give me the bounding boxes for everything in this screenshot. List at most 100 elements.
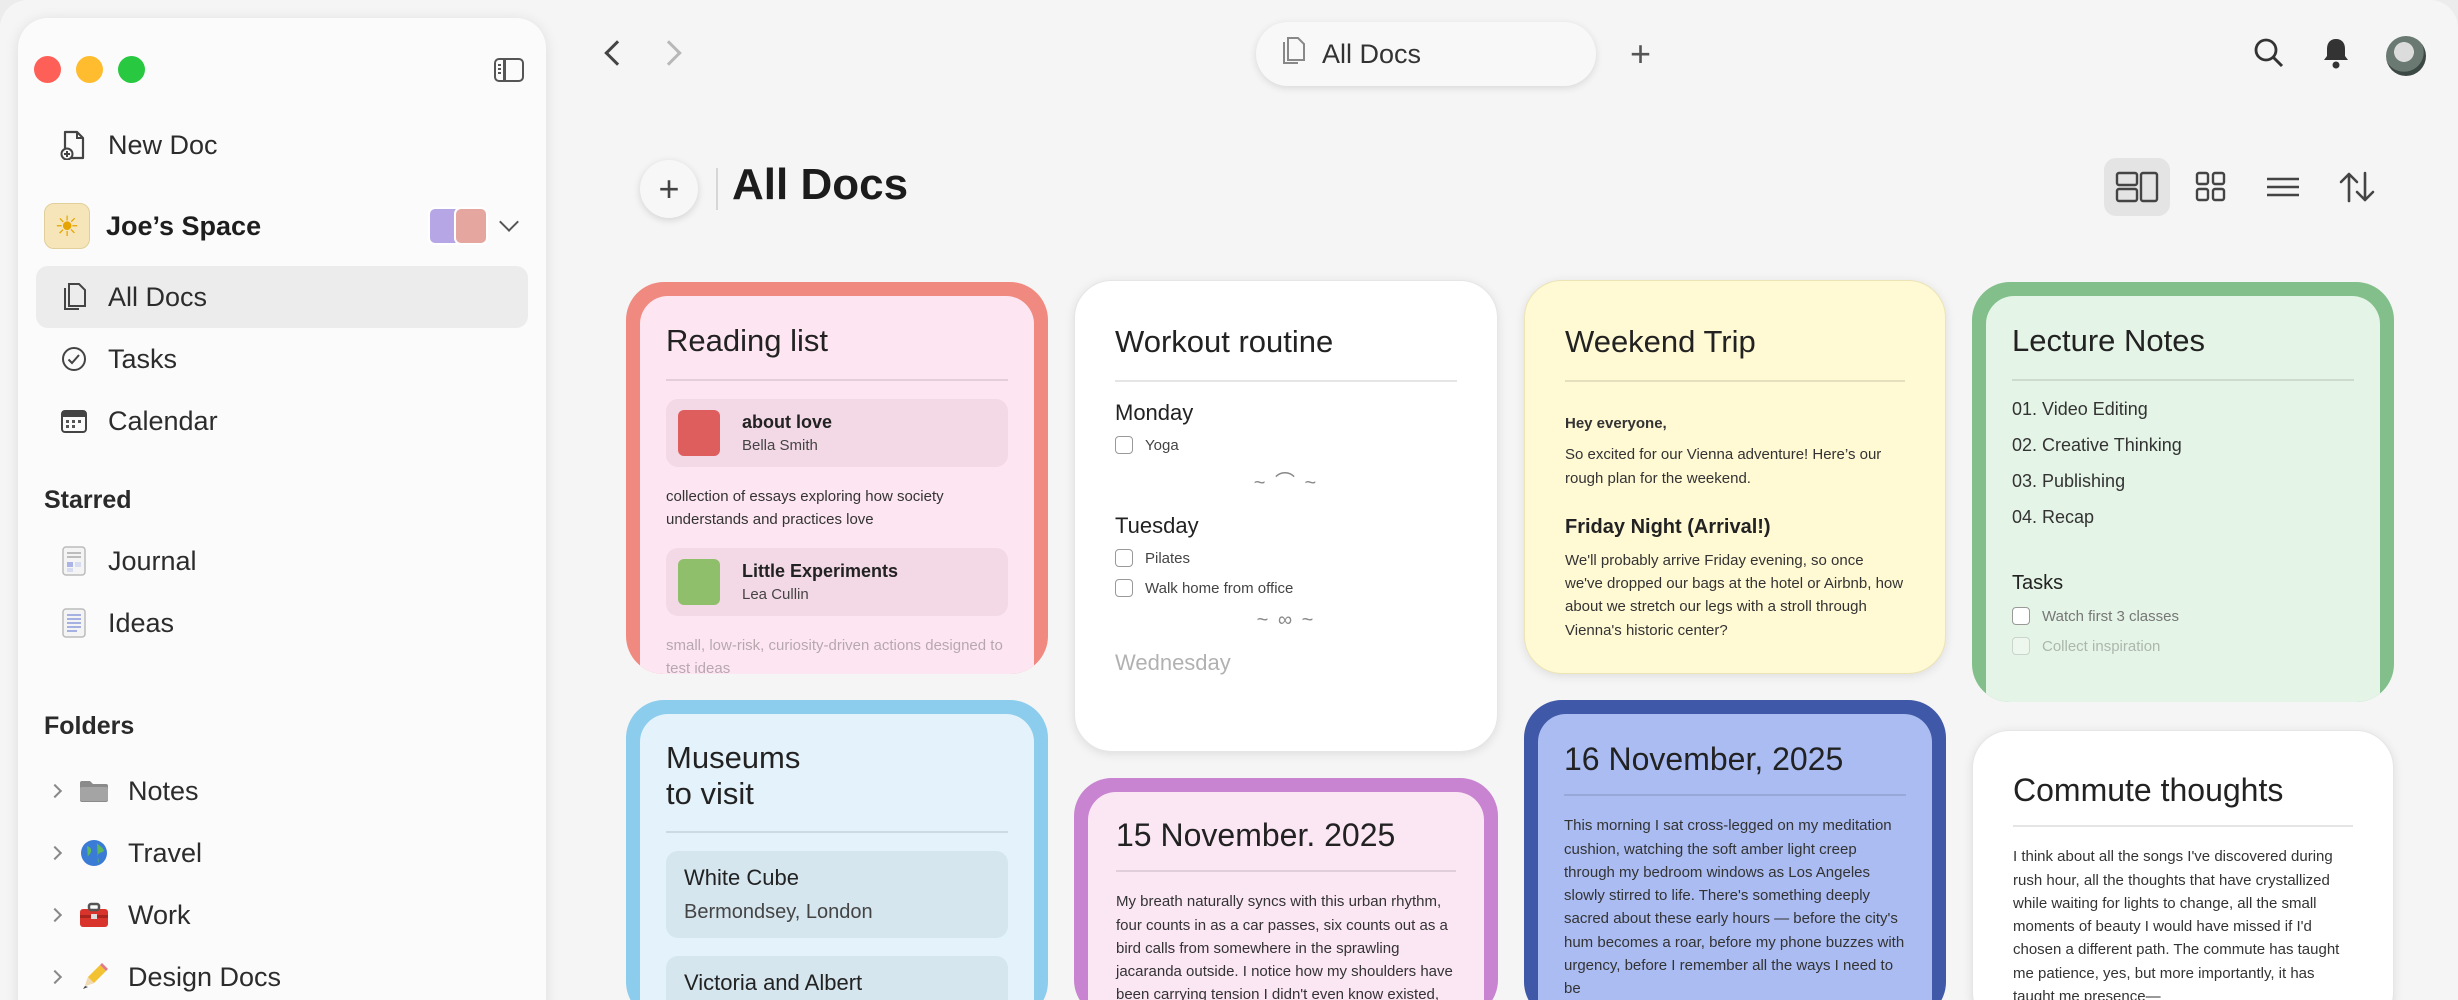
checklist-label: Pilates bbox=[1145, 549, 1191, 567]
chevron-right-icon[interactable] bbox=[47, 907, 63, 923]
view-list-button[interactable] bbox=[2250, 158, 2316, 216]
back-arrow-icon[interactable] bbox=[604, 40, 630, 66]
checklist-label: Collect inspiration bbox=[2042, 637, 2161, 655]
sidebar-item-label: Journal bbox=[108, 545, 197, 576]
tab-label: All Docs bbox=[1322, 38, 1422, 69]
sun-icon: ☀ bbox=[44, 203, 90, 249]
view-grid-button[interactable] bbox=[2178, 158, 2244, 216]
checklist-item[interactable]: Watch first 3 classes bbox=[2012, 607, 2354, 626]
checklist-item[interactable]: Yoga bbox=[1115, 436, 1457, 455]
card-title: Workout routine bbox=[1115, 323, 1457, 383]
ideas-doc-icon bbox=[58, 607, 90, 639]
note-text: I think about all the songs I've discove… bbox=[2013, 848, 2340, 1000]
book-title: Little Experiments bbox=[742, 560, 899, 581]
checkbox[interactable] bbox=[1115, 579, 1133, 598]
book-item[interactable]: about love Bella Smith bbox=[666, 399, 1008, 468]
sidebar-item-journal[interactable]: Journal bbox=[36, 530, 528, 592]
new-doc-button[interactable]: New Doc bbox=[36, 114, 528, 176]
card-title-line: Museums bbox=[666, 740, 801, 775]
list-item: 03. Publishing bbox=[2012, 471, 2126, 492]
doc-card-lecture-notes[interactable]: Lecture Notes 01. Video Editing 02. Crea… bbox=[1972, 282, 2394, 702]
list-item: 04. Recap bbox=[2012, 507, 2095, 528]
sidebar-item-all-docs[interactable]: All Docs bbox=[36, 266, 528, 328]
space-switcher[interactable]: ☀ Joe’s Space bbox=[44, 196, 528, 256]
checklist-item[interactable]: Walk home from office bbox=[1115, 579, 1457, 598]
user-avatar[interactable] bbox=[2386, 36, 2426, 76]
doc-card-weekend-trip[interactable]: Weekend Trip Hey everyone, So excited fo… bbox=[1524, 280, 1946, 674]
grid-view-icon bbox=[2195, 171, 2226, 202]
museum-name: Victoria and Albert bbox=[684, 970, 863, 996]
docs-icon bbox=[58, 281, 90, 313]
sidebar-item-label: Ideas bbox=[108, 607, 175, 638]
sidebar-item-label: Calendar bbox=[108, 405, 218, 436]
card-title: Reading list bbox=[666, 322, 1008, 382]
sidebar-item-label: Notes bbox=[128, 775, 199, 806]
folder-notes[interactable]: Notes bbox=[36, 760, 528, 822]
forward-arrow-icon[interactable] bbox=[656, 40, 682, 66]
doc-card-15-november[interactable]: 15 November. 2025 My breath naturally sy… bbox=[1074, 778, 1498, 1000]
sidebar-item-tasks[interactable]: Tasks bbox=[36, 328, 528, 390]
doc-card-reading-list[interactable]: Reading list about love Bella Smith coll… bbox=[626, 282, 1048, 674]
museum-item[interactable]: Victoria and Albert bbox=[666, 956, 1008, 1000]
checklist-item[interactable]: Pilates bbox=[1115, 549, 1457, 568]
checkbox[interactable] bbox=[1115, 549, 1133, 568]
search-icon[interactable] bbox=[2252, 36, 2286, 77]
doc-card-16-november[interactable]: 16 November, 2025 This morning I sat cro… bbox=[1524, 700, 1946, 1000]
sidebar-toggle-icon[interactable] bbox=[494, 58, 524, 82]
member-avatar bbox=[454, 207, 488, 245]
doc-card-museums[interactable]: Museums to visit White Cube Bermondsey, … bbox=[626, 700, 1048, 1000]
chevron-right-icon[interactable] bbox=[47, 845, 63, 861]
add-doc-button[interactable]: + bbox=[640, 160, 698, 218]
tab-all-docs[interactable]: All Docs bbox=[1256, 22, 1596, 86]
intro-text: So excited for our Vienna adventure! Her… bbox=[1565, 446, 1882, 487]
space-members[interactable] bbox=[428, 207, 528, 245]
chevron-right-icon[interactable] bbox=[47, 783, 63, 799]
minimize-window-button[interactable] bbox=[76, 56, 103, 83]
doc-card-commute-thoughts[interactable]: Commute thoughts I think about all the s… bbox=[1972, 730, 2394, 1000]
divider-squiggle-icon: ~ ∞ ~ bbox=[1256, 609, 1316, 632]
docs-icon bbox=[1280, 36, 1306, 73]
folder-design-docs[interactable]: Design Docs bbox=[36, 946, 528, 1000]
card-title: Commute thoughts bbox=[2013, 771, 2353, 828]
space-name: Joe’s Space bbox=[106, 210, 262, 241]
card-title: 16 November, 2025 bbox=[1564, 740, 1906, 797]
sidebar-item-label: All Docs bbox=[108, 281, 208, 312]
close-window-button[interactable] bbox=[34, 56, 61, 83]
list-item: 01. Video Editing bbox=[2012, 399, 2148, 420]
sort-button[interactable] bbox=[2324, 158, 2390, 216]
globe-icon bbox=[78, 837, 110, 869]
new-doc-icon bbox=[58, 129, 90, 161]
book-author: Bella Smith bbox=[742, 437, 818, 455]
new-tab-plus-icon[interactable]: + bbox=[1630, 36, 1651, 72]
doc-card-workout-routine[interactable]: Workout routine Monday Yoga ~ ⌒ ~ Tuesda… bbox=[1074, 280, 1498, 752]
sidebar-item-calendar[interactable]: Calendar bbox=[36, 390, 528, 452]
maximize-window-button[interactable] bbox=[118, 56, 145, 83]
section-heading: Friday Night (Arrival!) bbox=[1565, 515, 1771, 538]
folder-travel[interactable]: Travel bbox=[36, 822, 528, 884]
page-title: All Docs bbox=[732, 160, 909, 209]
checkbox[interactable] bbox=[2012, 607, 2030, 626]
chevron-right-icon[interactable] bbox=[47, 969, 63, 985]
book-item[interactable]: Little Experiments Lea Cullin bbox=[666, 547, 1008, 616]
day-heading: Wednesday bbox=[1115, 650, 1231, 676]
view-masonry-button[interactable] bbox=[2104, 158, 2170, 216]
journal-text: My breath naturally syncs with this urba… bbox=[1116, 893, 1453, 1000]
chevron-down-icon[interactable] bbox=[499, 212, 519, 232]
sidebar-item-ideas[interactable]: Ideas bbox=[36, 592, 528, 654]
folders-heading: Folders bbox=[44, 712, 135, 740]
masonry-view-icon bbox=[2115, 171, 2159, 203]
calendar-icon bbox=[58, 405, 90, 437]
museum-item[interactable]: White Cube Bermondsey, London bbox=[666, 851, 1008, 939]
window-controls bbox=[34, 56, 145, 83]
checkbox[interactable] bbox=[2012, 637, 2030, 656]
tasks-heading: Tasks bbox=[2012, 572, 2064, 595]
bell-icon[interactable] bbox=[2320, 36, 2352, 77]
sidebar: New Doc ☀ Joe’s Space All Docs Tasks Cal… bbox=[18, 18, 546, 1000]
museum-location: Bermondsey, London bbox=[684, 901, 873, 924]
list-item: 02. Creative Thinking bbox=[2012, 435, 2182, 456]
checkbox[interactable] bbox=[1115, 436, 1133, 455]
checklist-label: Walk home from office bbox=[1145, 579, 1294, 597]
card-title: Lecture Notes bbox=[2012, 322, 2354, 382]
checklist-item[interactable]: Collect inspiration bbox=[2012, 637, 2354, 656]
folder-work[interactable]: Work bbox=[36, 884, 528, 946]
